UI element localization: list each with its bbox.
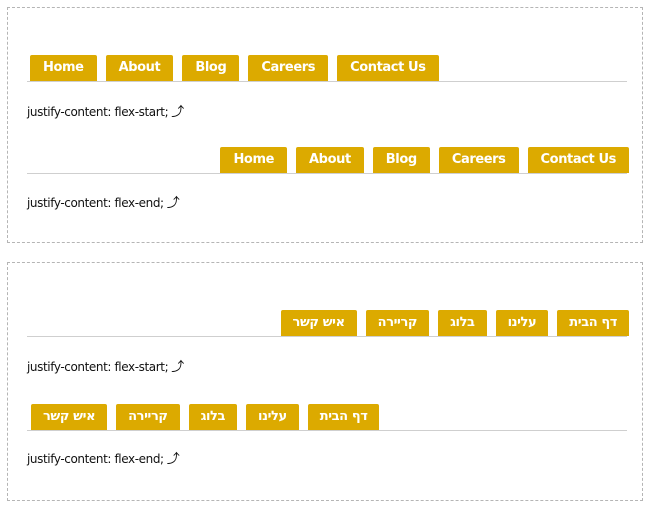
arrow-icon: ⤴ — [166, 452, 180, 467]
tab-careers[interactable]: קריירה — [116, 404, 180, 430]
tab-careers[interactable]: קריירה — [365, 310, 430, 336]
arrow-icon: ⤴ — [166, 196, 180, 211]
caption-flex-start: justify-content: flex-start; ⤴ — [27, 356, 184, 375]
tab-contact-us[interactable]: איש קשר — [280, 310, 357, 336]
caption-flex-end: justify-content: flex-end; ⤴ — [27, 192, 180, 211]
tab-careers[interactable]: Careers — [438, 147, 519, 173]
tab-blog[interactable]: Blog — [182, 55, 240, 81]
tab-contact-us[interactable]: Contact Us — [527, 147, 629, 173]
tab-contact-us[interactable]: איש קשר — [31, 404, 108, 430]
caption-text: justify-content: flex-start; — [27, 360, 169, 374]
rtl-example-box: דף הבית עלינו בלוג קריירה איש קשר justif… — [7, 262, 643, 501]
tab-home[interactable]: Home — [220, 147, 288, 173]
rtl-nav-flex-end: דף הבית עלינו בלוג קריירה איש קשר — [27, 402, 627, 431]
caption-text: justify-content: flex-end; — [27, 452, 164, 466]
tab-home[interactable]: דף הבית — [557, 310, 629, 336]
tab-home[interactable]: דף הבית — [307, 404, 380, 430]
tab-home[interactable]: Home — [30, 55, 97, 81]
tab-about[interactable]: עלינו — [495, 310, 549, 336]
ltr-nav-flex-end: Home About Blog Careers Contact Us — [27, 145, 629, 174]
caption-flex-start: justify-content: flex-start; ⤴ — [27, 101, 184, 120]
tab-about[interactable]: About — [296, 147, 364, 173]
caption-flex-end: justify-content: flex-end; ⤴ — [27, 448, 180, 467]
tab-about[interactable]: עלינו — [246, 404, 299, 430]
arrow-icon: ⤴ — [171, 360, 184, 375]
tab-careers[interactable]: Careers — [248, 55, 329, 81]
ltr-nav-flex-start: Home About Blog Careers Contact Us — [27, 53, 627, 82]
tab-blog[interactable]: Blog — [372, 147, 430, 173]
tab-contact-us[interactable]: Contact Us — [337, 55, 439, 81]
tab-about[interactable]: About — [105, 55, 174, 81]
rtl-nav-flex-start: דף הבית עלינו בלוג קריירה איש קשר — [27, 308, 629, 337]
ltr-example-box: Home About Blog Careers Contact Us justi… — [7, 7, 643, 243]
arrow-icon: ⤴ — [171, 105, 184, 120]
tab-blog[interactable]: בלוג — [438, 310, 487, 336]
tab-blog[interactable]: בלוג — [188, 404, 238, 430]
caption-text: justify-content: flex-end; — [27, 196, 164, 210]
caption-text: justify-content: flex-start; — [27, 105, 169, 119]
